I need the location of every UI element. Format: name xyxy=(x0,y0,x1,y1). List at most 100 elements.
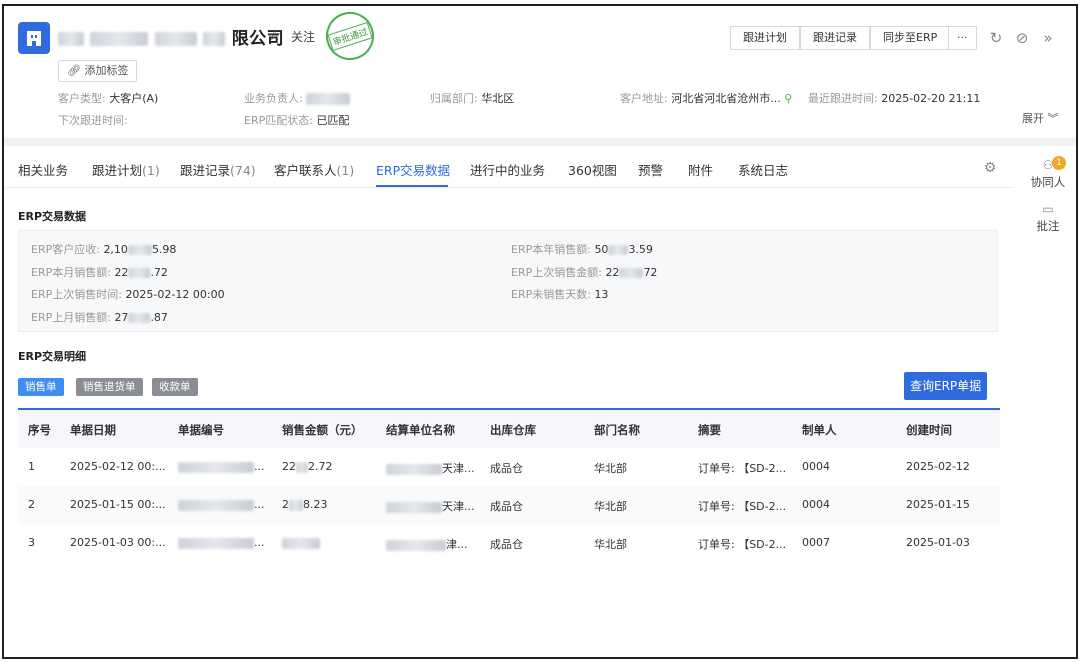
tab-related-business[interactable]: 相关业务 xyxy=(18,160,68,179)
refresh-icon[interactable]: ↻ xyxy=(986,26,1006,50)
blurred-amount xyxy=(296,461,308,473)
location-person-icon[interactable]: ⚲ xyxy=(784,92,792,105)
kv-label: ERP未销售天数: xyxy=(511,288,591,301)
erp-last-sale-time: ERP上次销售时间: 2025-02-12 00:00 xyxy=(31,286,225,302)
add-tag-label: 添加标签 xyxy=(84,64,129,77)
kv-label: ERP上次销售时间: xyxy=(31,288,122,301)
blurred-value xyxy=(127,245,152,255)
follow-button[interactable]: 关注 xyxy=(291,28,315,45)
blurred-value xyxy=(608,245,629,255)
dept-label: 归属部门: xyxy=(430,92,478,105)
erp-year-sales: ERP本年销售额: 50 3.59 xyxy=(511,241,653,257)
query-erp-button[interactable]: 查询ERP单据 xyxy=(904,372,988,400)
blurred-value xyxy=(128,268,151,278)
blurred-doc-no xyxy=(178,537,254,549)
tab-360-view[interactable]: 360视图 xyxy=(568,160,617,179)
comment-icon: ▭ xyxy=(1042,202,1054,216)
tab-erp-data[interactable]: ERP交易数据 xyxy=(376,160,450,179)
collaborators-button[interactable]: ⚇ 1 协同人 xyxy=(1020,156,1076,190)
star-icon[interactable]: ☆ xyxy=(268,26,281,44)
table-row[interactable]: 1 2025-02-12 00:... ... 22 2.72 天津... 成品仓… xyxy=(18,448,1000,486)
cell-dept: 华北部 xyxy=(594,500,627,513)
cell-text: ... xyxy=(254,498,265,511)
main-panel: 相关业务 跟进计划(1) 跟进记录(74) 客户联系人(1) ERP交易数据 进… xyxy=(4,146,1014,657)
tab-follow-record[interactable]: 跟进记录(74) xyxy=(180,160,256,179)
filter-receipt[interactable]: 收款单 xyxy=(152,378,198,396)
department: 归属部门: 华北区 xyxy=(430,90,514,106)
tab-alerts[interactable]: 预警 xyxy=(638,160,663,179)
tab-label: ERP交易数据 xyxy=(376,163,451,178)
kv-label: ERP本月销售额: xyxy=(31,266,111,279)
building-icon xyxy=(18,22,50,54)
follow-plan-button[interactable]: 跟进计划 xyxy=(730,26,800,50)
tab-bar: 相关业务 跟进计划(1) 跟进记录(74) 客户联系人(1) ERP交易数据 进… xyxy=(4,146,1014,188)
cell-no: 1 xyxy=(28,460,35,473)
tab-contacts[interactable]: 客户联系人(1) xyxy=(274,160,354,179)
tab-system-log[interactable]: 系统日志 xyxy=(738,160,788,179)
cell-no: 3 xyxy=(28,536,35,549)
cell-created: 2025-01-15 xyxy=(906,498,970,511)
cell-dept: 华北部 xyxy=(594,462,627,475)
blurred-settle-unit xyxy=(386,539,446,551)
cell-amount: 22 2.72 xyxy=(282,460,333,473)
filter-sales-return[interactable]: 销售退货单 xyxy=(76,378,143,396)
cell-settle-unit: 天津... xyxy=(386,498,475,514)
cell-text: 天津... xyxy=(442,462,475,475)
tab-follow-plan[interactable]: 跟进计划(1) xyxy=(92,160,160,179)
expand-toggle[interactable]: 展开 ︾ xyxy=(1022,110,1059,126)
section-separator xyxy=(4,138,1076,146)
cell-created: 2025-01-03 xyxy=(906,536,970,549)
customer-type-label: 客户类型: xyxy=(58,92,106,105)
table-header: 序号 单据日期 单据编号 销售金额（元） 结算单位名称 出库仓库 部门名称 摘要… xyxy=(18,408,1000,448)
blurred-name-part xyxy=(203,32,226,46)
tab-ongoing-business[interactable]: 进行中的业务 xyxy=(470,160,545,179)
kv-label: ERP上月销售额: xyxy=(31,311,111,324)
table-row[interactable]: 3 2025-01-03 00:... ... 津... 成品仓 华北部 订单号… xyxy=(18,524,1000,562)
tab-label: 跟进计划 xyxy=(92,163,143,178)
blurred-value xyxy=(619,268,644,278)
tab-attachments[interactable]: 附件 xyxy=(688,160,713,179)
column-header: 单据编号 xyxy=(178,423,224,437)
more-button[interactable]: ··· xyxy=(948,26,977,50)
blurred-value xyxy=(128,313,151,323)
approved-stamp: 审批通过 xyxy=(319,6,381,67)
collaborators-badge: 1 xyxy=(1052,156,1066,170)
owner: 业务负责人: xyxy=(244,90,351,106)
customer-type-value: 大客户(A) xyxy=(109,92,159,105)
last-follow-label: 最近跟进时间: xyxy=(808,92,878,105)
erp-match-label: ERP匹配状态: xyxy=(244,114,313,127)
filter-sales-order[interactable]: 销售单 xyxy=(18,378,64,396)
comments-label: 批注 xyxy=(1036,219,1060,233)
sync-erp-button[interactable]: 同步至ERP xyxy=(870,26,951,50)
comments-button[interactable]: ▭ 批注 xyxy=(1020,202,1076,234)
column-header: 部门名称 xyxy=(594,423,640,437)
erp-receivable: ERP客户应收: 2,10 5.98 xyxy=(31,241,176,257)
table-row[interactable]: 2 2025-01-15 00:... ... 2 8.23 天津... 成品仓 … xyxy=(18,486,1000,524)
cell-warehouse: 成品仓 xyxy=(490,500,523,513)
settings-icon[interactable]: ⚙ xyxy=(982,160,998,176)
column-header: 摘要 xyxy=(698,423,721,437)
cell-doc-no: ... xyxy=(178,536,265,549)
kv-value: 3.59 xyxy=(628,243,653,256)
double-chevron-right-icon[interactable]: » xyxy=(1038,26,1058,50)
erp-match-value: 已匹配 xyxy=(316,114,350,127)
cell-date: 2025-01-03 00:... xyxy=(70,536,166,549)
follow-record-button[interactable]: 跟进记录 xyxy=(800,26,870,50)
erp-summary-box: ERP客户应收: 2,10 5.98 ERP本月销售额: 22 .72 ERP上次销… xyxy=(18,230,998,332)
compass-icon[interactable]: ⊘ xyxy=(1012,26,1032,50)
cell-warehouse: 成品仓 xyxy=(490,462,523,475)
erp-no-sale-days: ERP未销售天数: 13 xyxy=(511,286,608,302)
customer-address: 客户地址: 河北省河北省沧州市... ⚲ xyxy=(620,90,792,106)
cell-creator: 0004 xyxy=(802,498,830,511)
stamp-text: 审批通过 xyxy=(327,21,373,51)
cell-text: ... xyxy=(254,460,265,473)
add-tag-button[interactable]: 🔗︎ 添加标签 xyxy=(58,60,138,82)
double-chevron-down-icon: ︾ xyxy=(1047,112,1059,125)
kv-value: 22 xyxy=(605,266,620,279)
cell-creator: 0007 xyxy=(802,536,830,549)
blurred-doc-no xyxy=(178,499,254,511)
cell-text: 天津... xyxy=(442,500,475,513)
kv-value: 2,10 xyxy=(103,243,128,256)
cell-amount: 2 8.23 xyxy=(282,498,328,511)
erp-detail-title: ERP交易明细 xyxy=(18,350,87,363)
